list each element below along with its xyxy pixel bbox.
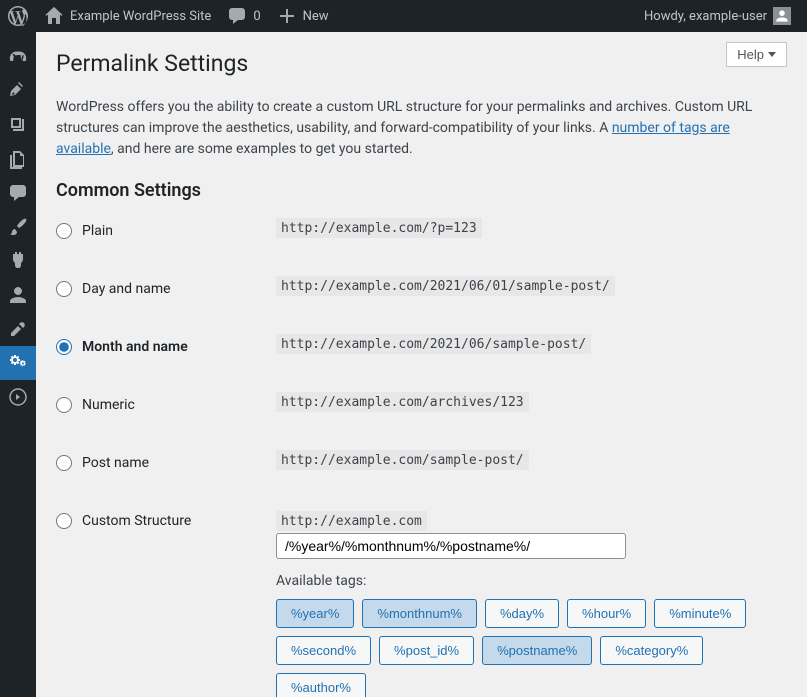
radio-day[interactable]	[56, 281, 72, 297]
sidebar-item-pages[interactable]	[0, 142, 36, 176]
avatar	[773, 7, 791, 25]
tag-button[interactable]: %author%	[276, 673, 366, 697]
label-month[interactable]: Month and name	[82, 339, 188, 355]
tools-icon	[8, 319, 28, 339]
content-area: Help Permalink Settings WordPress offers…	[36, 32, 807, 697]
radio-plain[interactable]	[56, 223, 72, 239]
row-month: Month and name http://example.com/2021/0…	[56, 337, 787, 355]
page-title: Permalink Settings	[56, 32, 787, 87]
tags-container: %year% %monthnum% %day% %hour% %minute% %seco…	[276, 599, 787, 697]
tag-button[interactable]: %monthnum%	[362, 599, 477, 628]
sidebar-item-appearance[interactable]	[0, 210, 36, 244]
row-numeric: Numeric http://example.com/archives/123	[56, 395, 787, 413]
new-link[interactable]: New	[269, 0, 337, 32]
tag-button[interactable]: %hour%	[567, 599, 646, 628]
plus-icon	[277, 6, 297, 26]
site-home-link[interactable]: Example WordPress Site	[36, 0, 219, 32]
wordpress-logo[interactable]	[0, 0, 36, 32]
collapse-icon	[8, 387, 28, 407]
tag-button[interactable]: %second%	[276, 636, 371, 665]
comment-count: 0	[253, 9, 260, 24]
chevron-down-icon	[768, 52, 776, 57]
label-numeric[interactable]: Numeric	[82, 397, 135, 413]
custom-prefix: http://example.com	[276, 511, 427, 531]
tag-button[interactable]: %postname%	[482, 636, 592, 665]
available-tags-label: Available tags:	[276, 573, 787, 589]
example-day: http://example.com/2021/06/01/sample-pos…	[276, 276, 615, 296]
radio-month[interactable]	[56, 339, 72, 355]
home-icon	[44, 6, 64, 26]
sidebar-item-tools[interactable]	[0, 312, 36, 346]
wordpress-icon	[8, 6, 28, 26]
row-plain: Plain http://example.com/?p=123	[56, 221, 787, 239]
sidebar-item-dashboard[interactable]	[0, 40, 36, 74]
label-day[interactable]: Day and name	[82, 281, 171, 297]
label-postname[interactable]: Post name	[82, 455, 149, 471]
tag-button[interactable]: %year%	[276, 599, 354, 628]
howdy-link[interactable]: Howdy, example-user	[636, 0, 799, 32]
media-icon	[8, 115, 28, 135]
comments-link[interactable]: 0	[219, 0, 268, 32]
custom-structure-input[interactable]	[276, 533, 626, 559]
tag-button[interactable]: %category%	[600, 636, 703, 665]
common-settings-heading: Common Settings	[56, 180, 787, 201]
howdy-text: Howdy, example-user	[644, 9, 767, 24]
plugin-icon	[8, 251, 28, 271]
row-day: Day and name http://example.com/2021/06/…	[56, 279, 787, 297]
intro-text: WordPress offers you the ability to crea…	[56, 97, 787, 160]
pages-icon	[8, 149, 28, 169]
users-icon	[8, 285, 28, 305]
sidebar-item-posts[interactable]	[0, 74, 36, 108]
example-month: http://example.com/2021/06/sample-post/	[276, 334, 591, 354]
sidebar-item-settings[interactable]	[0, 346, 36, 380]
dashboard-icon	[8, 47, 28, 67]
brush-icon	[8, 217, 28, 237]
sidebar-item-collapse[interactable]	[0, 380, 36, 414]
sidebar-item-users[interactable]	[0, 278, 36, 312]
comments-icon	[8, 183, 28, 203]
person-icon	[775, 9, 789, 23]
pin-icon	[8, 81, 28, 101]
sidebar-item-media[interactable]	[0, 108, 36, 142]
row-custom: Custom Structure http://example.com Avai…	[56, 511, 787, 697]
tag-button[interactable]: %day%	[485, 599, 559, 628]
example-postname: http://example.com/sample-post/	[276, 450, 529, 470]
radio-custom[interactable]	[56, 513, 72, 529]
sidebar-item-comments[interactable]	[0, 176, 36, 210]
new-label: New	[303, 9, 329, 24]
radio-numeric[interactable]	[56, 397, 72, 413]
help-label: Help	[737, 47, 764, 62]
label-custom[interactable]: Custom Structure	[82, 513, 191, 529]
help-button[interactable]: Help	[726, 42, 787, 67]
example-plain: http://example.com/?p=123	[276, 218, 482, 238]
settings-icon	[8, 353, 28, 373]
tag-button[interactable]: %minute%	[654, 599, 746, 628]
site-name: Example WordPress Site	[70, 9, 211, 24]
comment-icon	[227, 6, 247, 26]
admin-sidebar	[0, 32, 36, 697]
admin-bar: Example WordPress Site 0 New Howdy, exam…	[0, 0, 807, 32]
tag-button[interactable]: %post_id%	[379, 636, 474, 665]
sidebar-item-plugins[interactable]	[0, 244, 36, 278]
example-numeric: http://example.com/archives/123	[276, 392, 529, 412]
radio-postname[interactable]	[56, 455, 72, 471]
label-plain[interactable]: Plain	[82, 223, 113, 239]
row-postname: Post name http://example.com/sample-post…	[56, 453, 787, 471]
